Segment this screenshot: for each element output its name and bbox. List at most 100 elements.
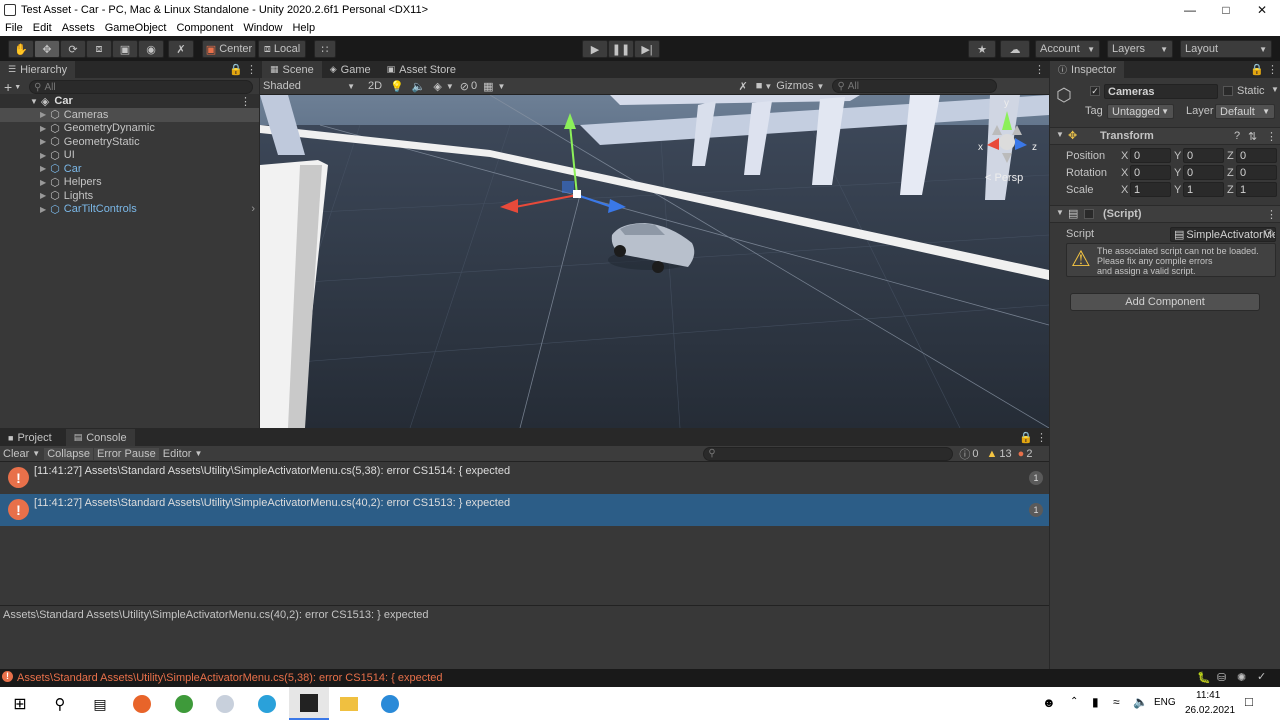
shading-mode-dropdown[interactable]: Shaded ▼ xyxy=(260,78,358,95)
y-axis-label[interactable]: Y xyxy=(1174,184,1181,196)
camera-icon[interactable]: ■ xyxy=(756,80,763,92)
toggle-2d-button[interactable]: 2D xyxy=(366,80,384,92)
scale-x-field[interactable]: 1 xyxy=(1130,182,1171,197)
tab-hierarchy[interactable]: ☰ Hierarchy xyxy=(0,61,76,78)
hierarchy-item[interactable]: ▶ ⬡ Car xyxy=(0,162,259,176)
menu-assets[interactable]: Assets xyxy=(57,22,100,34)
hierarchy-item[interactable]: ▶ ⬡ UI xyxy=(0,149,259,163)
console-log-entry[interactable]: ! [11:41:27] Assets\Standard Assets\Utili… xyxy=(0,494,1049,526)
object-name-field[interactable]: Cameras xyxy=(1104,84,1218,99)
layout-dropdown[interactable]: Layout ▼ xyxy=(1180,40,1272,58)
layers-dropdown[interactable]: Layers ▼ xyxy=(1107,40,1173,58)
warning-icon[interactable]: ▲ xyxy=(987,448,998,460)
tab-asset-store[interactable]: ▣ Asset Store xyxy=(379,61,464,78)
console-search-input[interactable]: ⚲ xyxy=(703,446,954,461)
app-icon[interactable] xyxy=(378,692,402,716)
position-x-field[interactable]: 0 xyxy=(1130,148,1171,163)
cloud-icon[interactable]: ☁ xyxy=(1000,40,1030,58)
lock-icon[interactable]: 🔒 xyxy=(229,63,243,76)
collab-icon[interactable]: ★ xyxy=(968,40,996,58)
hierarchy-item[interactable]: ▶ ⬡ Lights xyxy=(0,189,259,203)
close-icon[interactable]: ✕ xyxy=(1244,0,1280,20)
hierarchy-item[interactable]: ▶ ⬡ GeometryDynamic xyxy=(0,122,259,136)
kebab-menu-icon[interactable]: ⋮ xyxy=(1266,208,1277,221)
help-icon[interactable]: ? xyxy=(1234,130,1240,142)
kebab-menu-icon[interactable]: ⋮ xyxy=(1036,431,1047,444)
pivot-center-button[interactable]: ▣ Center xyxy=(202,40,256,58)
error-pause-button[interactable]: Error Pause xyxy=(94,447,159,460)
tab-project[interactable]: ■ Project xyxy=(0,429,60,446)
scale-y-field[interactable]: 1 xyxy=(1183,182,1224,197)
minimize-icon[interactable]: — xyxy=(1172,0,1208,20)
rotation-x-field[interactable]: 0 xyxy=(1130,165,1171,180)
expand-arrow-icon[interactable]: ▶ xyxy=(40,164,46,173)
menu-help[interactable]: Help xyxy=(287,22,320,34)
progress-icon[interactable]: ✺ xyxy=(1237,671,1246,684)
clear-button[interactable]: Clear xyxy=(0,448,32,460)
expand-arrow-icon[interactable]: ▶ xyxy=(40,137,46,146)
static-checkbox[interactable] xyxy=(1223,86,1233,96)
perspective-toggle[interactable]: < Persp xyxy=(985,172,1023,184)
pause-button[interactable]: ❚❚ xyxy=(608,40,634,58)
grid-snap-icon[interactable]: ∷ xyxy=(314,40,336,58)
volume-icon[interactable]: 🔈 xyxy=(1133,695,1148,709)
telegram-icon[interactable] xyxy=(255,692,279,716)
script-enabled-checkbox[interactable] xyxy=(1084,209,1094,219)
chevron-right-icon[interactable]: › xyxy=(251,203,255,215)
rotation-y-field[interactable]: 0 xyxy=(1183,165,1224,180)
cache-server-icon[interactable]: ⛁ xyxy=(1217,671,1226,684)
hidden-objects-icon[interactable]: ⊘ xyxy=(460,80,469,93)
clock-date[interactable]: 26.02.2021 xyxy=(1185,705,1235,716)
unity-taskbar-icon[interactable] xyxy=(289,687,329,720)
chevron-down-icon[interactable]: ▼ xyxy=(817,82,825,91)
browser-icon[interactable] xyxy=(213,692,237,716)
kebab-menu-icon[interactable]: ⋮ xyxy=(246,63,257,76)
chevron-down-icon[interactable]: ▼ xyxy=(764,82,772,91)
chevron-up-icon[interactable]: ⌃ xyxy=(1070,696,1078,707)
error-icon[interactable]: ● xyxy=(1018,448,1025,460)
menu-gameobject[interactable]: GameObject xyxy=(100,22,172,34)
z-axis-label[interactable]: Z xyxy=(1227,184,1234,196)
active-checkbox[interactable]: ✓ xyxy=(1090,86,1100,96)
expand-arrow-icon[interactable]: ▶ xyxy=(40,178,46,187)
info-icon[interactable]: ⓘ xyxy=(959,446,970,462)
expand-arrow-icon[interactable]: ▶ xyxy=(40,151,46,160)
expand-arrow-icon[interactable]: ▶ xyxy=(40,110,46,119)
scene-render[interactable] xyxy=(260,95,1049,428)
preset-icon[interactable]: ⇅ xyxy=(1248,130,1257,143)
kebab-menu-icon[interactable]: ⋮ xyxy=(1267,63,1278,76)
hand-tool-icon[interactable]: ✋ xyxy=(8,40,34,58)
tools-icon[interactable]: ✗ xyxy=(738,80,747,93)
rotation-z-field[interactable]: 0 xyxy=(1236,165,1277,180)
script-component-header[interactable]: ▼ ▤ (Script) ⋮ xyxy=(1050,205,1280,223)
hierarchy-root-row[interactable]: ▼ ◈ Car ⋮ xyxy=(0,94,259,108)
wifi-icon[interactable]: ≈ xyxy=(1113,695,1120,709)
rect-tool-icon[interactable]: ▣ xyxy=(112,40,138,58)
x-axis-label[interactable]: X xyxy=(1121,184,1128,196)
search-icon[interactable]: ⚲ xyxy=(48,692,72,716)
object-picker-icon[interactable]: ☉ xyxy=(1264,227,1274,240)
lighting-icon[interactable]: 💡 xyxy=(390,80,404,93)
maximize-icon[interactable]: □ xyxy=(1208,0,1244,20)
position-y-field[interactable]: 0 xyxy=(1183,148,1224,163)
y-axis-label[interactable]: Y xyxy=(1174,150,1181,162)
clock-time[interactable]: 11:41 xyxy=(1196,690,1220,701)
menu-edit[interactable]: Edit xyxy=(28,22,57,34)
gizmos-button[interactable]: Gizmos xyxy=(776,80,813,92)
rotate-tool-icon[interactable]: ⟳ xyxy=(60,40,86,58)
lock-icon[interactable]: 🔒 xyxy=(1250,63,1264,76)
scale-tool-icon[interactable]: ⧈ xyxy=(86,40,112,58)
chevron-down-icon[interactable]: ▼ xyxy=(194,449,202,458)
app-icon[interactable] xyxy=(172,692,196,716)
grid-toggle-icon[interactable]: ▦ xyxy=(483,80,493,93)
file-explorer-icon[interactable] xyxy=(337,692,361,716)
tab-inspector[interactable]: ⓘ Inspector xyxy=(1050,61,1125,78)
tab-game[interactable]: ◈ Game xyxy=(322,61,379,78)
status-message[interactable]: Assets\Standard Assets\Utility\SimpleAct… xyxy=(17,672,443,684)
kebab-menu-icon[interactable]: ⋮ xyxy=(1034,63,1045,76)
tab-scene[interactable]: ▦ Scene xyxy=(262,61,322,78)
chevron-down-icon[interactable]: ▼ xyxy=(1271,85,1279,94)
kebab-menu-icon[interactable]: ⋮ xyxy=(1266,130,1277,143)
hierarchy-item[interactable]: ▶ ⬡ CarTiltControls › xyxy=(0,203,259,217)
account-dropdown[interactable]: Account ▼ xyxy=(1035,40,1100,58)
